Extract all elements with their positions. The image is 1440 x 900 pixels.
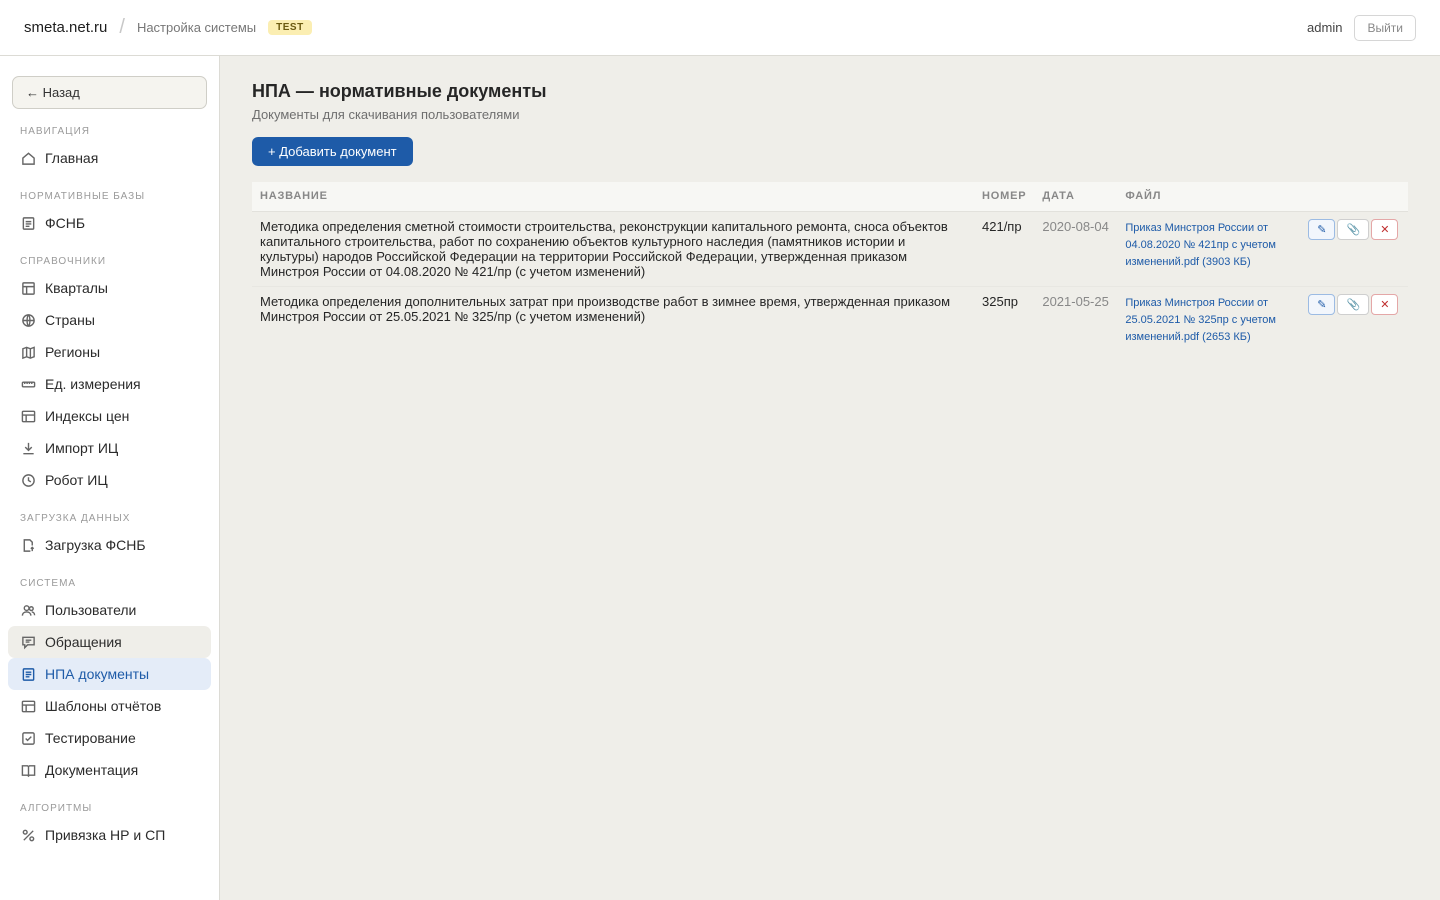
sidebar-item-users[interactable]: Пользователи xyxy=(8,594,211,626)
sidebar-item-load-fsnb[interactable]: Загрузка ФСНБ xyxy=(8,529,211,561)
column-header-number[interactable]: НОМЕР xyxy=(974,182,1035,212)
sidebar-item-label: Пользователи xyxy=(45,602,137,618)
sidebar-item-price-indexes[interactable]: Индексы цен xyxy=(8,400,211,432)
brand-logo[interactable]: smeta.net.ru xyxy=(24,19,107,36)
column-header-file[interactable]: ФАЙЛ xyxy=(1117,182,1301,212)
sidebar: ← Назад НАВИГАЦИЯ Главная НОРМАТИВНЫЕ БА… xyxy=(0,56,220,900)
sidebar-item-label: Документация xyxy=(45,762,139,778)
document-number: 325пр xyxy=(974,285,1035,352)
document-date: 2021-05-25 xyxy=(1034,285,1118,352)
sidebar-item-label: Индексы цен xyxy=(45,408,130,424)
attach-icon[interactable]: 📎 xyxy=(1337,293,1370,315)
top-bar: smeta.net.ru / Настройка системы TEST ad… xyxy=(0,0,1440,56)
delete-icon[interactable]: ✕ xyxy=(1371,218,1399,240)
sidebar-item-label: Импорт ИЦ xyxy=(45,440,119,456)
document-icon xyxy=(20,215,36,231)
section-data-loading: ЗАГРУЗКА ДАННЫХ xyxy=(20,513,131,524)
sidebar-item-label: Главная xyxy=(45,150,99,166)
page-title: НПА — нормативные документы xyxy=(252,81,547,101)
template-icon xyxy=(20,698,36,714)
documents-table: НАЗВАНИЕ НОМЕР ДАТА ФАЙЛ Методика опреде… xyxy=(252,182,1408,352)
section-norm-bases: НОРМАТИВНЫЕ БАЗЫ xyxy=(20,191,146,202)
sidebar-item-requests[interactable]: Обращения xyxy=(8,626,211,658)
book-icon xyxy=(20,762,36,778)
sidebar-item-quarters[interactable]: Кварталы xyxy=(8,272,211,304)
back-button[interactable]: ← Назад xyxy=(12,76,207,109)
sidebar-item-label: Тестирование xyxy=(45,730,136,746)
file-upload-icon xyxy=(20,537,36,553)
sidebar-item-robot-ic[interactable]: Робот ИЦ xyxy=(8,464,211,496)
sidebar-item-fsnb[interactable]: ФСНБ xyxy=(8,207,211,239)
row-actions: ✎ 📎 ✕ xyxy=(1300,285,1408,352)
sidebar-item-units[interactable]: Ед. измерения xyxy=(8,368,211,400)
edit-icon[interactable]: ✎ xyxy=(1308,218,1336,240)
main-content: НПА — нормативные документы Документы дл… xyxy=(220,56,1440,900)
section-algorithms: АЛГОРИТМЫ xyxy=(20,803,93,814)
table-header-row: НАЗВАНИЕ НОМЕР ДАТА ФАЙЛ xyxy=(252,182,1408,212)
column-header-actions xyxy=(1300,182,1408,212)
section-navigation: НАВИГАЦИЯ xyxy=(20,126,90,137)
sidebar-item-label: Привязка НР и СП xyxy=(45,827,166,843)
breadcrumb: Настройка системы xyxy=(136,20,257,35)
sidebar-item-label: Регионы xyxy=(45,344,101,360)
sidebar-item-label: Ед. измерения xyxy=(45,376,141,392)
map-icon xyxy=(20,344,36,360)
sidebar-item-binding[interactable]: Привязка НР и СП xyxy=(8,819,211,851)
delete-icon[interactable]: ✕ xyxy=(1371,293,1399,315)
document-file-link[interactable]: Приказ Минстроя России от 25.05.2021 № 3… xyxy=(1125,297,1276,343)
username: admin xyxy=(1307,20,1343,35)
chat-icon xyxy=(20,634,36,650)
document-list-icon xyxy=(20,666,36,682)
sidebar-item-label: Страны xyxy=(45,312,95,328)
add-document-button[interactable]: + Добавить документ xyxy=(252,137,413,166)
checkbox-icon xyxy=(20,730,36,746)
document-date: 2020-08-04 xyxy=(1042,218,1109,234)
section-references: СПРАВОЧНИКИ xyxy=(20,256,107,267)
document-file-cell: Приказ Минстроя России от 25.05.2021 № 3… xyxy=(1117,285,1301,352)
sidebar-item-regions[interactable]: Регионы xyxy=(8,336,211,368)
column-header-date[interactable]: ДАТА xyxy=(1034,182,1118,212)
sidebar-item-countries[interactable]: Страны xyxy=(8,304,211,336)
document-file-link[interactable]: Приказ Минстроя России от 04.08.2020 № 4… xyxy=(1125,222,1276,268)
sidebar-item-label: Кварталы xyxy=(45,280,108,296)
sidebar-item-npa-docs[interactable]: НПА документы xyxy=(8,658,211,690)
page-subtitle: Документы для скачивания пользователями xyxy=(252,107,520,122)
document-number: 421/пр xyxy=(982,218,1022,234)
sidebar-item-report-templates[interactable]: Шаблоны отчётов xyxy=(8,690,211,722)
user-area: admin Выйти xyxy=(1307,14,1416,41)
attach-icon[interactable]: 📎 xyxy=(1337,218,1370,240)
users-icon xyxy=(20,602,36,618)
sidebar-item-label: НПА документы xyxy=(45,666,150,682)
sidebar-item-label: ФСНБ xyxy=(45,215,86,231)
home-icon xyxy=(20,150,36,166)
document-name: Методика определения сметной стоимости с… xyxy=(260,218,948,279)
breadcrumb-separator: / xyxy=(119,16,125,38)
calendar-icon xyxy=(20,280,36,296)
document-file-cell: Приказ Минстроя России от 04.08.2020 № 4… xyxy=(1117,211,1300,286)
sidebar-item-label: Шаблоны отчётов xyxy=(45,698,162,714)
percent-icon xyxy=(20,827,36,843)
logout-button[interactable]: Выйти xyxy=(1354,14,1416,41)
table-row: Методика определения сметной стоимости с… xyxy=(252,211,1408,286)
sidebar-item-label: Загрузка ФСНБ xyxy=(45,537,146,553)
sidebar-item-testing[interactable]: Тестирование xyxy=(8,722,211,754)
row-actions: ✎ 📎 ✕ xyxy=(1300,211,1408,286)
sidebar-item-label: Робот ИЦ xyxy=(45,472,108,488)
ruler-icon xyxy=(20,376,36,392)
table-row: Методика определения дополнительных затр… xyxy=(252,285,1408,352)
document-name: Методика определения дополнительных затр… xyxy=(252,285,974,352)
download-icon xyxy=(20,440,36,456)
globe-icon xyxy=(20,312,36,328)
sidebar-item-documentation[interactable]: Документация xyxy=(8,754,211,786)
sidebar-item-label: Обращения xyxy=(45,634,122,650)
env-badge: TEST xyxy=(268,20,312,35)
sidebar-item-import-ic[interactable]: Импорт ИЦ xyxy=(8,432,211,464)
section-system: СИСТЕМА xyxy=(20,578,77,589)
sidebar-item-home[interactable]: Главная xyxy=(8,142,211,174)
edit-icon[interactable]: ✎ xyxy=(1308,293,1336,315)
clock-icon xyxy=(20,472,36,488)
column-header-name[interactable]: НАЗВАНИЕ xyxy=(252,182,974,212)
table-icon xyxy=(20,408,36,424)
